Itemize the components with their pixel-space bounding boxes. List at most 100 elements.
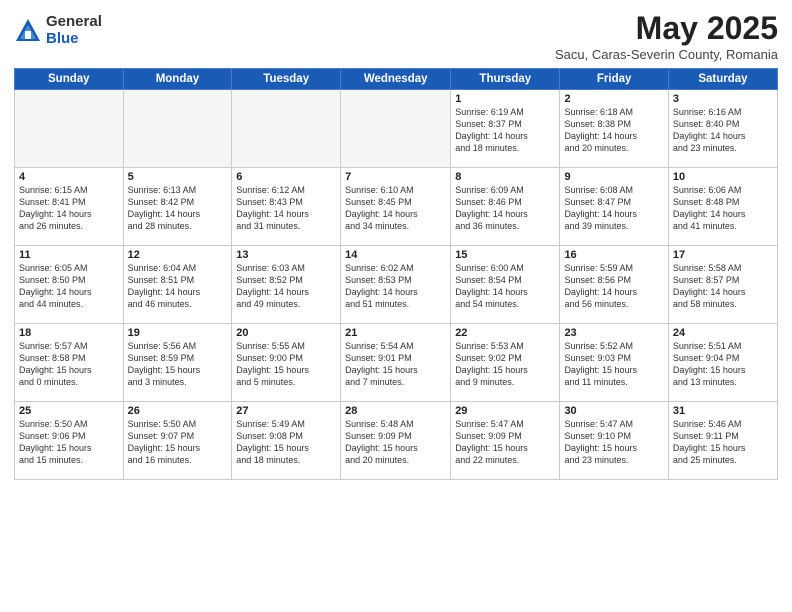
day-number: 3 (673, 93, 773, 105)
day-info: Sunrise: 5:54 AM Sunset: 9:01 PM Dayligh… (345, 340, 446, 389)
day-number: 4 (19, 171, 119, 183)
day-cell: 14Sunrise: 6:02 AM Sunset: 8:53 PM Dayli… (341, 246, 451, 324)
calendar: Sunday Monday Tuesday Wednesday Thursday… (14, 68, 778, 480)
day-cell: 13Sunrise: 6:03 AM Sunset: 8:52 PM Dayli… (232, 246, 341, 324)
day-info: Sunrise: 5:47 AM Sunset: 9:10 PM Dayligh… (564, 418, 663, 467)
day-cell: 19Sunrise: 5:56 AM Sunset: 8:59 PM Dayli… (123, 324, 232, 402)
day-cell: 17Sunrise: 5:58 AM Sunset: 8:57 PM Dayli… (668, 246, 777, 324)
day-info: Sunrise: 6:12 AM Sunset: 8:43 PM Dayligh… (236, 184, 336, 233)
day-info: Sunrise: 5:48 AM Sunset: 9:09 PM Dayligh… (345, 418, 446, 467)
day-info: Sunrise: 5:57 AM Sunset: 8:58 PM Dayligh… (19, 340, 119, 389)
day-number: 24 (673, 327, 773, 339)
logo-text: General Blue (46, 14, 102, 47)
day-number: 31 (673, 405, 773, 417)
day-number: 21 (345, 327, 446, 339)
day-cell: 3Sunrise: 6:16 AM Sunset: 8:40 PM Daylig… (668, 90, 777, 168)
day-number: 17 (673, 249, 773, 261)
month-title: May 2025 (555, 10, 778, 47)
day-info: Sunrise: 5:46 AM Sunset: 9:11 PM Dayligh… (673, 418, 773, 467)
day-number: 2 (564, 93, 663, 105)
day-cell: 12Sunrise: 6:04 AM Sunset: 8:51 PM Dayli… (123, 246, 232, 324)
day-number: 18 (19, 327, 119, 339)
day-info: Sunrise: 6:08 AM Sunset: 8:47 PM Dayligh… (564, 184, 663, 233)
day-number: 28 (345, 405, 446, 417)
day-cell: 29Sunrise: 5:47 AM Sunset: 9:09 PM Dayli… (451, 402, 560, 480)
calendar-header-row: Sunday Monday Tuesday Wednesday Thursday… (15, 69, 778, 90)
day-number: 8 (455, 171, 555, 183)
day-info: Sunrise: 5:47 AM Sunset: 9:09 PM Dayligh… (455, 418, 555, 467)
col-friday: Friday (560, 69, 668, 90)
day-cell: 2Sunrise: 6:18 AM Sunset: 8:38 PM Daylig… (560, 90, 668, 168)
day-cell (123, 90, 232, 168)
day-cell: 7Sunrise: 6:10 AM Sunset: 8:45 PM Daylig… (341, 168, 451, 246)
day-info: Sunrise: 5:50 AM Sunset: 9:07 PM Dayligh… (128, 418, 228, 467)
week-row-4: 18Sunrise: 5:57 AM Sunset: 8:58 PM Dayli… (15, 324, 778, 402)
day-number: 20 (236, 327, 336, 339)
day-number: 27 (236, 405, 336, 417)
day-info: Sunrise: 6:02 AM Sunset: 8:53 PM Dayligh… (345, 262, 446, 311)
week-row-3: 11Sunrise: 6:05 AM Sunset: 8:50 PM Dayli… (15, 246, 778, 324)
day-number: 13 (236, 249, 336, 261)
day-info: Sunrise: 5:56 AM Sunset: 8:59 PM Dayligh… (128, 340, 228, 389)
day-number: 25 (19, 405, 119, 417)
day-number: 15 (455, 249, 555, 261)
day-cell (341, 90, 451, 168)
day-info: Sunrise: 5:49 AM Sunset: 9:08 PM Dayligh… (236, 418, 336, 467)
day-info: Sunrise: 6:13 AM Sunset: 8:42 PM Dayligh… (128, 184, 228, 233)
day-info: Sunrise: 6:19 AM Sunset: 8:37 PM Dayligh… (455, 106, 555, 155)
col-sunday: Sunday (15, 69, 124, 90)
day-cell: 26Sunrise: 5:50 AM Sunset: 9:07 PM Dayli… (123, 402, 232, 480)
col-thursday: Thursday (451, 69, 560, 90)
day-info: Sunrise: 6:16 AM Sunset: 8:40 PM Dayligh… (673, 106, 773, 155)
logo: General Blue (14, 14, 102, 47)
day-number: 10 (673, 171, 773, 183)
day-cell: 6Sunrise: 6:12 AM Sunset: 8:43 PM Daylig… (232, 168, 341, 246)
day-info: Sunrise: 6:06 AM Sunset: 8:48 PM Dayligh… (673, 184, 773, 233)
day-cell: 28Sunrise: 5:48 AM Sunset: 9:09 PM Dayli… (341, 402, 451, 480)
day-cell: 22Sunrise: 5:53 AM Sunset: 9:02 PM Dayli… (451, 324, 560, 402)
day-cell: 1Sunrise: 6:19 AM Sunset: 8:37 PM Daylig… (451, 90, 560, 168)
logo-icon (14, 17, 42, 45)
page: General Blue May 2025 Sacu, Caras-Severi… (0, 0, 792, 612)
day-info: Sunrise: 6:15 AM Sunset: 8:41 PM Dayligh… (19, 184, 119, 233)
day-cell: 16Sunrise: 5:59 AM Sunset: 8:56 PM Dayli… (560, 246, 668, 324)
day-info: Sunrise: 5:58 AM Sunset: 8:57 PM Dayligh… (673, 262, 773, 311)
day-cell: 15Sunrise: 6:00 AM Sunset: 8:54 PM Dayli… (451, 246, 560, 324)
day-cell (15, 90, 124, 168)
day-info: Sunrise: 6:18 AM Sunset: 8:38 PM Dayligh… (564, 106, 663, 155)
day-cell: 5Sunrise: 6:13 AM Sunset: 8:42 PM Daylig… (123, 168, 232, 246)
location-title: Sacu, Caras-Severin County, Romania (555, 47, 778, 62)
header: General Blue May 2025 Sacu, Caras-Severi… (14, 10, 778, 62)
day-cell: 4Sunrise: 6:15 AM Sunset: 8:41 PM Daylig… (15, 168, 124, 246)
day-info: Sunrise: 5:55 AM Sunset: 9:00 PM Dayligh… (236, 340, 336, 389)
day-number: 14 (345, 249, 446, 261)
day-cell: 23Sunrise: 5:52 AM Sunset: 9:03 PM Dayli… (560, 324, 668, 402)
title-area: May 2025 Sacu, Caras-Severin County, Rom… (555, 10, 778, 62)
day-number: 22 (455, 327, 555, 339)
day-info: Sunrise: 5:59 AM Sunset: 8:56 PM Dayligh… (564, 262, 663, 311)
day-cell: 31Sunrise: 5:46 AM Sunset: 9:11 PM Dayli… (668, 402, 777, 480)
day-number: 26 (128, 405, 228, 417)
day-cell: 30Sunrise: 5:47 AM Sunset: 9:10 PM Dayli… (560, 402, 668, 480)
day-cell (232, 90, 341, 168)
day-number: 19 (128, 327, 228, 339)
day-info: Sunrise: 6:10 AM Sunset: 8:45 PM Dayligh… (345, 184, 446, 233)
day-cell: 21Sunrise: 5:54 AM Sunset: 9:01 PM Dayli… (341, 324, 451, 402)
day-info: Sunrise: 6:00 AM Sunset: 8:54 PM Dayligh… (455, 262, 555, 311)
day-number: 7 (345, 171, 446, 183)
logo-general-text: General (46, 14, 102, 31)
day-number: 29 (455, 405, 555, 417)
day-cell: 9Sunrise: 6:08 AM Sunset: 8:47 PM Daylig… (560, 168, 668, 246)
day-info: Sunrise: 6:03 AM Sunset: 8:52 PM Dayligh… (236, 262, 336, 311)
day-cell: 20Sunrise: 5:55 AM Sunset: 9:00 PM Dayli… (232, 324, 341, 402)
col-saturday: Saturday (668, 69, 777, 90)
day-cell: 25Sunrise: 5:50 AM Sunset: 9:06 PM Dayli… (15, 402, 124, 480)
day-info: Sunrise: 6:04 AM Sunset: 8:51 PM Dayligh… (128, 262, 228, 311)
day-number: 5 (128, 171, 228, 183)
day-number: 30 (564, 405, 663, 417)
day-number: 1 (455, 93, 555, 105)
day-number: 16 (564, 249, 663, 261)
day-cell: 11Sunrise: 6:05 AM Sunset: 8:50 PM Dayli… (15, 246, 124, 324)
week-row-5: 25Sunrise: 5:50 AM Sunset: 9:06 PM Dayli… (15, 402, 778, 480)
col-monday: Monday (123, 69, 232, 90)
